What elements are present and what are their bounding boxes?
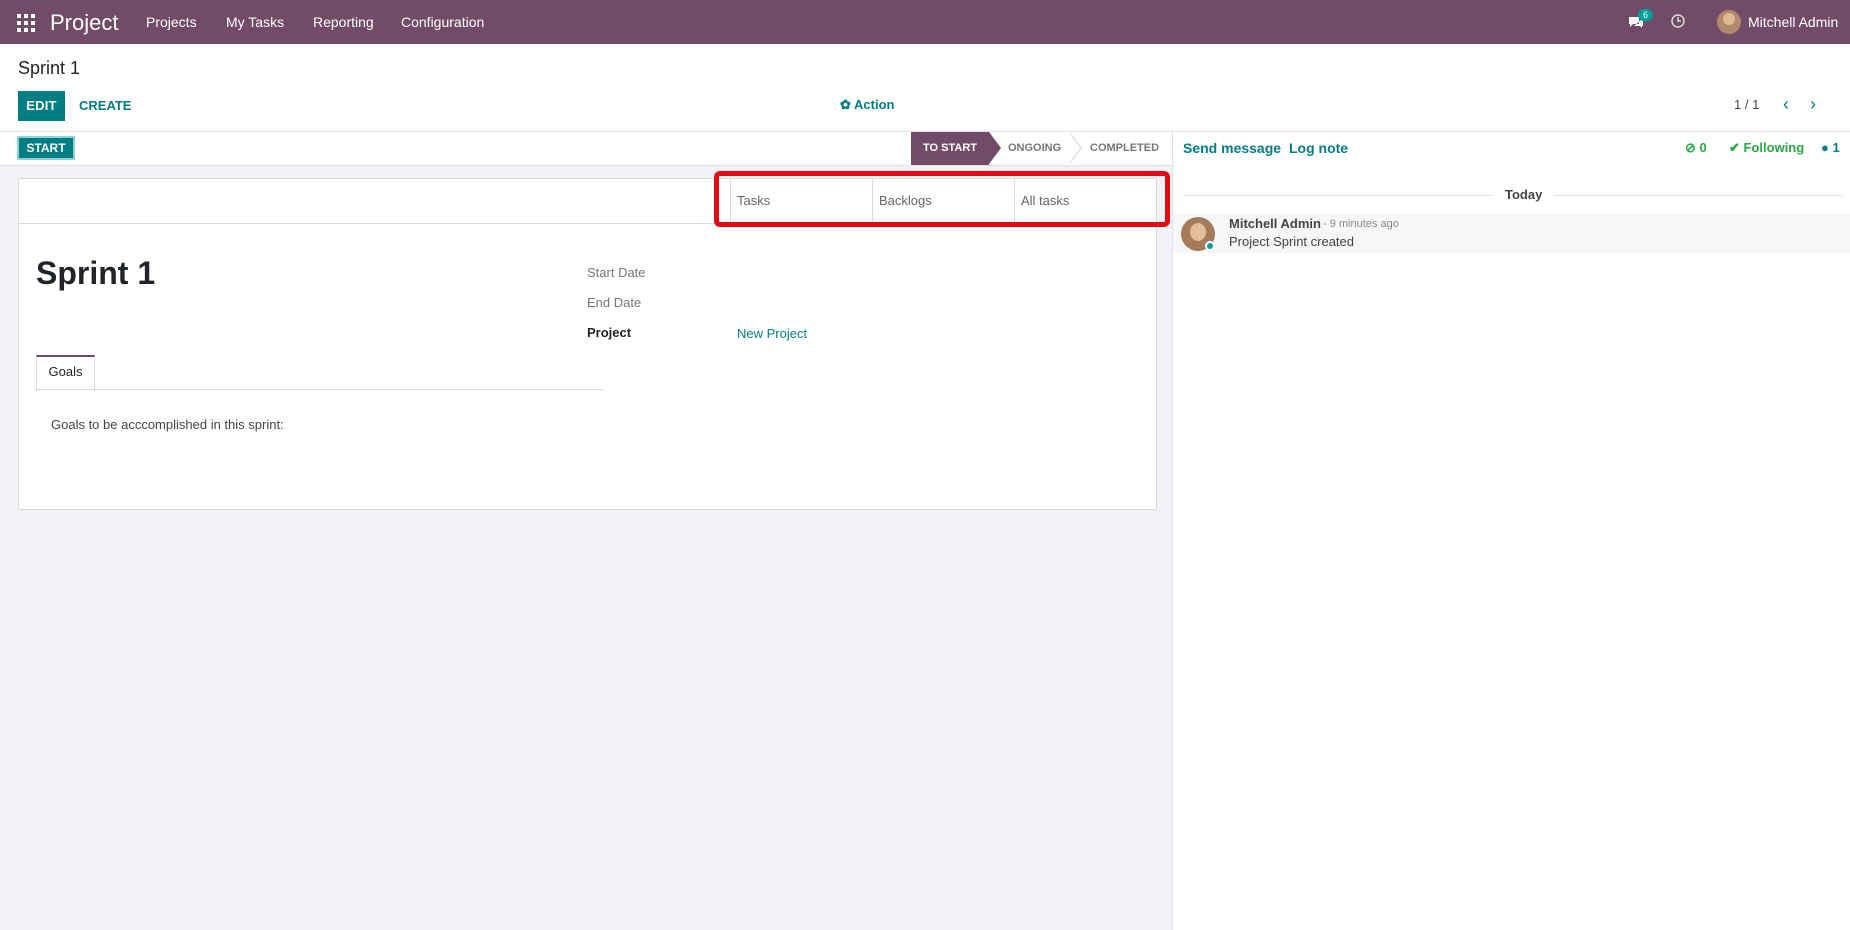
message-author[interactable]: Mitchell Admin [1229,216,1321,231]
stage-separator [1069,132,1082,164]
stage-ongoing[interactable]: ONGOING [1008,132,1061,165]
goals-text: Goals to be acccomplished in this sprint… [51,417,284,432]
menu-reporting[interactable]: Reporting [313,14,374,30]
menu-projects[interactable]: Projects [146,14,197,30]
message-avatar[interactable] [1181,217,1215,251]
control-panel: Sprint 1 EDIT CREATE ✿ Action 1 / 1 ‹ › [0,44,1850,132]
annotation-highlight-box [714,171,1170,227]
followers-button[interactable]: ● 1 [1821,140,1840,155]
top-navbar: Project Projects My Tasks Reporting Conf… [0,0,1850,44]
paperclip-icon: ⊘ [1685,140,1696,155]
following-label: Following [1743,140,1805,155]
status-bar: START TO START ONGOING COMPLETED [0,132,1172,166]
menu-my-tasks[interactable]: My Tasks [226,14,284,30]
user-avatar[interactable] [1717,10,1741,34]
chevron-left-icon[interactable]: ‹ [1783,94,1789,115]
apps-menu-icon[interactable] [17,14,35,32]
action-label: Action [854,97,895,112]
end-date-label: End Date [587,295,642,310]
project-label: Project [587,325,632,340]
chatter-message: Mitchell Admin - 9 minutes ago Project S… [1173,213,1850,253]
messages-badge: 6 [1638,9,1654,21]
chatter-panel: Send message Log note ⊘ 0 ✔ Following ● … [1172,132,1850,930]
tab-goals[interactable]: Goals [36,355,95,392]
chevron-right-icon[interactable]: › [1810,94,1816,115]
gear-icon: ✿ [840,97,851,112]
check-icon: ✔ [1729,140,1740,155]
form-view: START TO START ONGOING COMPLETED Tasks B… [0,132,1172,930]
user-menu[interactable]: Mitchell Admin [1748,14,1838,30]
followers-count: 1 [1832,140,1840,155]
message-time: - 9 minutes ago [1323,218,1399,230]
start-date-label: Start Date [587,265,646,280]
pager-value[interactable]: 1 / 1 [1734,97,1759,112]
edit-button[interactable]: EDIT [18,91,65,121]
start-button[interactable]: START [17,136,75,160]
smart-button-box: Tasks Backlogs All tasks [19,171,1170,227]
attachments-count: 0 [1699,140,1707,155]
following-button[interactable]: ✔ Following [1729,140,1804,156]
breadcrumb: Sprint 1 [18,58,81,78]
message-body: Project Sprint created [1229,234,1355,249]
log-note-button[interactable]: Log note [1289,140,1348,156]
app-brand[interactable]: Project [50,10,118,36]
menu-configuration[interactable]: Configuration [401,14,484,30]
activity-clock-icon[interactable] [1670,13,1686,29]
action-menu[interactable]: ✿ Action [840,97,895,113]
online-status-icon [1205,241,1215,251]
stage-to-start[interactable]: TO START [911,132,1001,165]
project-link[interactable]: New Project [737,326,807,341]
user-icon: ● [1821,140,1829,155]
send-message-button[interactable]: Send message [1183,140,1281,156]
record-title: Sprint 1 [36,255,156,291]
create-button[interactable]: CREATE [79,98,131,113]
stage-completed[interactable]: COMPLETED [1090,132,1159,165]
attachments-button[interactable]: ⊘ 0 [1685,140,1707,156]
form-sheet: Tasks Backlogs All tasks Sprint 1 Start … [18,171,1170,510]
tab-divider [36,389,603,390]
today-label: Today [1493,187,1555,202]
